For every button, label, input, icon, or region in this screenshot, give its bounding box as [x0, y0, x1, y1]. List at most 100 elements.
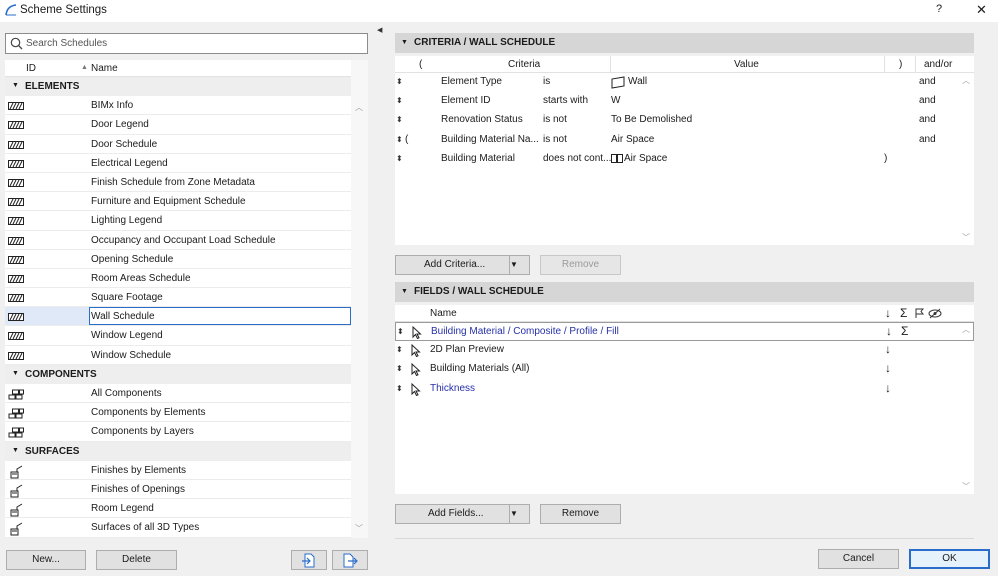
- criteria-section-header[interactable]: ▼ CRITERIA / WALL SCHEDULE: [395, 33, 974, 53]
- drag-handle-icon[interactable]: ⬍: [396, 154, 403, 163]
- field-name[interactable]: Building Material / Composite / Profile …: [431, 326, 619, 337]
- field-name[interactable]: Building Materials (All): [430, 363, 529, 374]
- remove-criteria-button[interactable]: Remove: [540, 255, 621, 275]
- drag-handle-icon[interactable]: ⬍: [396, 364, 403, 373]
- list-item[interactable]: Room Areas Schedule: [5, 268, 351, 289]
- list-item[interactable]: Components by Elements: [5, 403, 351, 423]
- sort-arrow-icon[interactable]: ↓: [885, 381, 891, 395]
- collapse-left-icon[interactable]: ◀: [377, 26, 382, 34]
- and-or[interactable]: and: [919, 95, 936, 106]
- list-item[interactable]: Room Legend: [5, 499, 351, 519]
- add-criteria-button[interactable]: Add Criteria... ▼: [395, 255, 530, 275]
- column-header-name[interactable]: Name: [91, 63, 118, 74]
- fields-scrollbar[interactable]: ︿ ﹀: [958, 322, 974, 494]
- sort-arrow-icon[interactable]: ↓: [885, 342, 891, 356]
- scroll-down-icon[interactable]: ﹀: [355, 523, 363, 534]
- list-item[interactable]: Wall Schedule: [5, 307, 351, 327]
- criteria-row[interactable]: ⬍ Building Material does not cont... Air Sp…: [395, 150, 958, 169]
- collapse-fields-icon[interactable]: ▼: [401, 288, 408, 295]
- list-item[interactable]: Occupancy and Occupant Load Schedule: [5, 230, 351, 250]
- drag-handle-icon[interactable]: ⬍: [396, 96, 403, 105]
- close-paren[interactable]: ): [884, 153, 887, 164]
- criteria-row[interactable]: ⬍ Element ID starts with Wand: [395, 92, 958, 111]
- criteria-field[interactable]: Element ID: [441, 95, 490, 106]
- new-button[interactable]: New...: [6, 550, 86, 570]
- remove-field-button[interactable]: Remove: [540, 504, 621, 524]
- list-item[interactable]: Finishes of Openings: [5, 479, 351, 500]
- list-item[interactable]: Door Legend: [5, 115, 351, 135]
- collapse-group-icon[interactable]: ▼: [12, 370, 19, 377]
- group-header-components[interactable]: ▼ COMPONENTS: [5, 364, 351, 384]
- and-or[interactable]: and: [919, 114, 936, 125]
- list-item[interactable]: Finish Schedule from Zone Metadata: [5, 172, 351, 193]
- collapse-group-icon[interactable]: ▼: [12, 447, 19, 454]
- list-item[interactable]: Window Legend: [5, 326, 351, 346]
- criteria-operator[interactable]: is: [543, 76, 550, 87]
- group-header-surfaces[interactable]: ▼ SURFACES: [5, 441, 351, 461]
- search-input[interactable]: [26, 35, 362, 52]
- list-item[interactable]: Finishes by Elements: [5, 460, 351, 480]
- list-item[interactable]: All Components: [5, 384, 351, 404]
- field-row[interactable]: ⬍ Building Materials (All) ↓: [395, 360, 974, 379]
- criteria-row[interactable]: ⬍(Building Material Na... is not Air Space…: [395, 131, 958, 150]
- criteria-row[interactable]: ⬍ Renovation Status is not To Be Demolished…: [395, 111, 958, 130]
- delete-button[interactable]: Delete: [96, 550, 177, 570]
- list-item[interactable]: Components by Layers: [5, 422, 351, 442]
- criteria-operator[interactable]: is not: [543, 114, 567, 125]
- search-box[interactable]: [5, 33, 368, 54]
- scroll-up-icon[interactable]: ︿: [355, 102, 363, 113]
- criteria-value[interactable]: Air Space: [611, 134, 654, 145]
- collapse-group-icon[interactable]: ▼: [12, 82, 19, 89]
- help-button[interactable]: ?: [936, 3, 942, 15]
- scroll-down-icon[interactable]: ﹀: [962, 232, 970, 243]
- criteria-operator[interactable]: starts with: [543, 95, 588, 106]
- cancel-button[interactable]: Cancel: [818, 549, 899, 569]
- criteria-value[interactable]: To Be Demolished: [611, 114, 692, 125]
- criteria-field[interactable]: Renovation Status: [441, 114, 523, 125]
- field-row[interactable]: ⬍ Thickness ↓: [395, 380, 974, 399]
- drag-handle-icon[interactable]: ⬍: [396, 345, 403, 354]
- criteria-field[interactable]: Element Type: [441, 76, 502, 87]
- scroll-down-icon[interactable]: ﹀: [962, 481, 970, 492]
- and-or[interactable]: and: [919, 134, 936, 145]
- drag-handle-icon[interactable]: ⬍: [396, 77, 403, 86]
- chevron-down-icon[interactable]: ▼: [509, 256, 529, 274]
- list-item[interactable]: Square Footage: [5, 288, 351, 308]
- criteria-value[interactable]: Wall: [628, 76, 647, 87]
- list-scrollbar[interactable]: ︿ ﹀: [351, 60, 368, 538]
- panel-splitter[interactable]: ◀: [376, 23, 382, 576]
- sort-arrow-icon[interactable]: ↓: [886, 324, 892, 338]
- list-item[interactable]: Door Schedule: [5, 134, 351, 154]
- group-header-elements[interactable]: ▼ ELEMENTS: [5, 77, 351, 97]
- close-button[interactable]: ✕: [976, 2, 987, 18]
- field-name[interactable]: 2D Plan Preview: [430, 344, 504, 355]
- scroll-up-icon[interactable]: ︿: [962, 75, 970, 86]
- ok-button[interactable]: OK: [909, 549, 990, 569]
- criteria-row[interactable]: ⬍ Element Type is Wall and: [395, 73, 958, 92]
- column-header-id[interactable]: ID: [26, 63, 36, 74]
- sum-icon[interactable]: Σ: [901, 324, 908, 338]
- import-button[interactable]: [291, 550, 327, 570]
- list-item[interactable]: Opening Schedule: [5, 249, 351, 269]
- add-fields-button[interactable]: Add Fields... ▼: [395, 504, 530, 524]
- criteria-value[interactable]: Air Space: [624, 153, 667, 164]
- and-or[interactable]: and: [919, 76, 936, 87]
- criteria-field[interactable]: Building Material: [441, 153, 515, 164]
- export-button[interactable]: [332, 550, 368, 570]
- drag-handle-icon[interactable]: ⬍: [397, 327, 404, 336]
- chevron-down-icon[interactable]: ▼: [509, 505, 529, 523]
- scroll-up-icon[interactable]: ︿: [962, 324, 970, 335]
- list-item[interactable]: Furniture and Equipment Schedule: [5, 192, 351, 212]
- list-item[interactable]: Window Schedule: [5, 345, 351, 365]
- drag-handle-icon[interactable]: ⬍: [396, 115, 403, 124]
- criteria-value[interactable]: W: [611, 95, 620, 106]
- open-paren[interactable]: (: [405, 134, 408, 145]
- sort-arrow-icon[interactable]: ↓: [885, 361, 891, 375]
- criteria-operator[interactable]: is not: [543, 134, 567, 145]
- criteria-operator[interactable]: does not cont...: [543, 153, 611, 164]
- list-item[interactable]: Surfaces of all 3D Types: [5, 518, 351, 538]
- list-item[interactable]: Lighting Legend: [5, 211, 351, 231]
- collapse-criteria-icon[interactable]: ▼: [401, 39, 408, 46]
- field-row[interactable]: ⬍ 2D Plan Preview ↓: [395, 341, 974, 360]
- list-item[interactable]: BIMx Info: [5, 96, 351, 116]
